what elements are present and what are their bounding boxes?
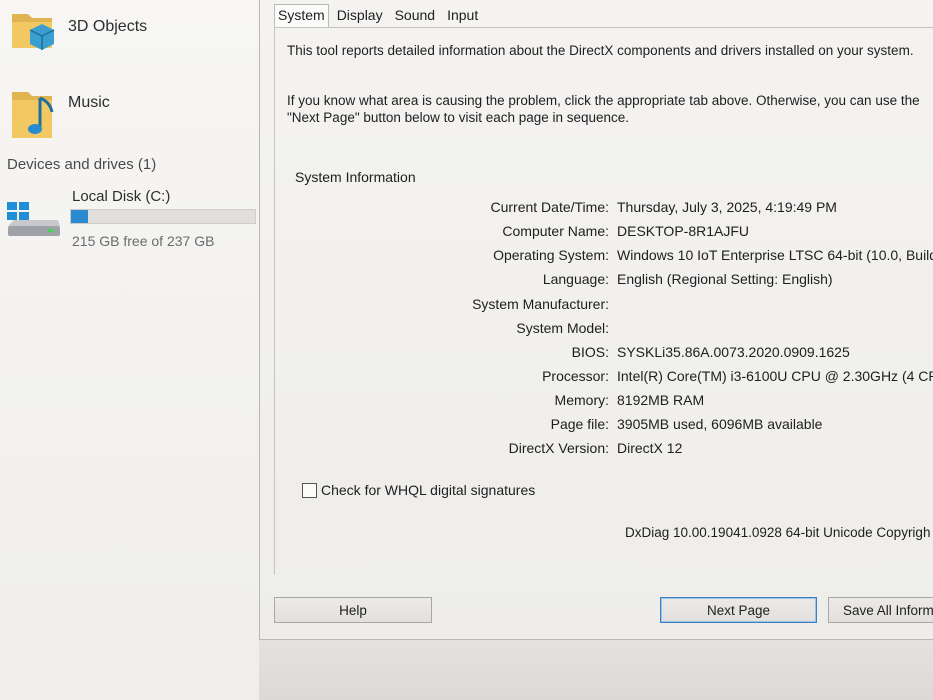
disk-usage-fill: [71, 210, 89, 223]
save-all-information-button[interactable]: Save All Informa: [828, 597, 933, 623]
info-row-bios: BIOS: SYSKLi35.86A.0073.2020.0909.1625: [260, 344, 933, 366]
info-value: DESKTOP-8R1AJFU: [617, 223, 749, 239]
info-value: 3905MB used, 6096MB available: [617, 416, 823, 432]
intro-text-1: This tool reports detailed information a…: [287, 43, 914, 58]
info-value: Windows 10 IoT Enterprise LTSC 64-bit (1…: [617, 247, 933, 263]
info-row-directx-version: DirectX Version: DirectX 12: [260, 440, 933, 462]
info-row-computer-name: Computer Name: DESKTOP-8R1AJFU: [260, 223, 933, 245]
whql-checkbox-row[interactable]: Check for WHQL digital signatures: [302, 482, 535, 498]
directx-diagnostic-window: System Display Sound Input This tool rep…: [259, 0, 933, 640]
info-row-language: Language: English (Regional Setting: Eng…: [260, 271, 933, 293]
help-button[interactable]: Help: [274, 597, 432, 623]
info-value: DirectX 12: [617, 440, 683, 456]
info-label: Processor:: [542, 368, 609, 384]
whql-checkbox-label[interactable]: Check for WHQL digital signatures: [321, 482, 535, 498]
music-folder-icon: [10, 84, 58, 138]
info-row-memory: Memory: 8192MB RAM: [260, 392, 933, 414]
tab-input[interactable]: Input: [443, 4, 482, 28]
info-row-date: Current Date/Time: Thursday, July 3, 202…: [260, 199, 933, 221]
info-value: Intel(R) Core(TM) i3-6100U CPU @ 2.30GHz…: [617, 368, 933, 384]
info-row-processor: Processor: Intel(R) Core(TM) i3-6100U CP…: [260, 368, 933, 390]
tab-strip: System Display Sound Input: [274, 4, 486, 28]
tab-sound[interactable]: Sound: [391, 4, 439, 28]
disk-name: Local Disk (C:): [72, 188, 171, 205]
info-label: Language:: [542, 271, 609, 287]
info-label: Operating System:: [493, 247, 609, 263]
devices-and-drives-heading[interactable]: Devices and drives (1): [7, 156, 156, 173]
system-information-heading: System Information: [295, 169, 416, 185]
info-label: System Manufacturer:: [472, 296, 609, 312]
tab-system[interactable]: System: [274, 4, 329, 28]
desktop-background: [259, 640, 933, 700]
info-value: Thursday, July 3, 2025, 4:19:49 PM: [617, 199, 837, 215]
folder-label: Music: [68, 94, 110, 111]
intro-text-2: If you know what area is causing the pro…: [287, 93, 920, 125]
info-label: BIOS:: [571, 344, 609, 360]
3d-objects-folder-icon: [10, 8, 58, 56]
whql-checkbox[interactable]: [302, 482, 317, 498]
info-label: DirectX Version:: [508, 440, 609, 456]
hard-drive-icon: [6, 202, 62, 236]
folder-label: 3D Objects: [68, 18, 148, 35]
info-label: Page file:: [550, 416, 609, 432]
tab-display[interactable]: Display: [333, 4, 387, 28]
folder-item-3d-objects[interactable]: 3D Objects: [0, 0, 250, 70]
dxdiag-version-text: DxDiag 10.00.19041.0928 64-bit Unicode C…: [625, 525, 931, 540]
info-row-system-model: System Model:: [260, 320, 933, 342]
info-label: Current Date/Time:: [490, 199, 609, 215]
screen: 3D Objects Music Devices and drives (1): [0, 0, 933, 700]
info-row-system-manufacturer: System Manufacturer:: [260, 296, 933, 318]
next-page-button[interactable]: Next Page: [660, 597, 817, 623]
folder-item-music[interactable]: Music: [0, 76, 250, 146]
local-disk-item[interactable]: Local Disk (C:) 215 GB free of 237 GB: [0, 184, 258, 256]
info-label: System Model:: [516, 320, 609, 336]
info-value: 8192MB RAM: [617, 392, 705, 408]
info-value: English (Regional Setting: English): [617, 271, 833, 287]
disk-usage-bar: [70, 209, 256, 224]
disk-free-text: 215 GB free of 237 GB: [72, 233, 215, 249]
info-label: Computer Name:: [502, 223, 609, 239]
info-value: SYSKLi35.86A.0073.2020.0909.1625: [617, 344, 850, 360]
file-explorer-pane: 3D Objects Music Devices and drives (1): [0, 0, 259, 700]
info-label: Memory:: [554, 392, 609, 408]
info-row-operating-system: Operating System: Windows 10 IoT Enterpr…: [260, 247, 933, 269]
info-row-page-file: Page file: 3905MB used, 6096MB available: [260, 416, 933, 438]
